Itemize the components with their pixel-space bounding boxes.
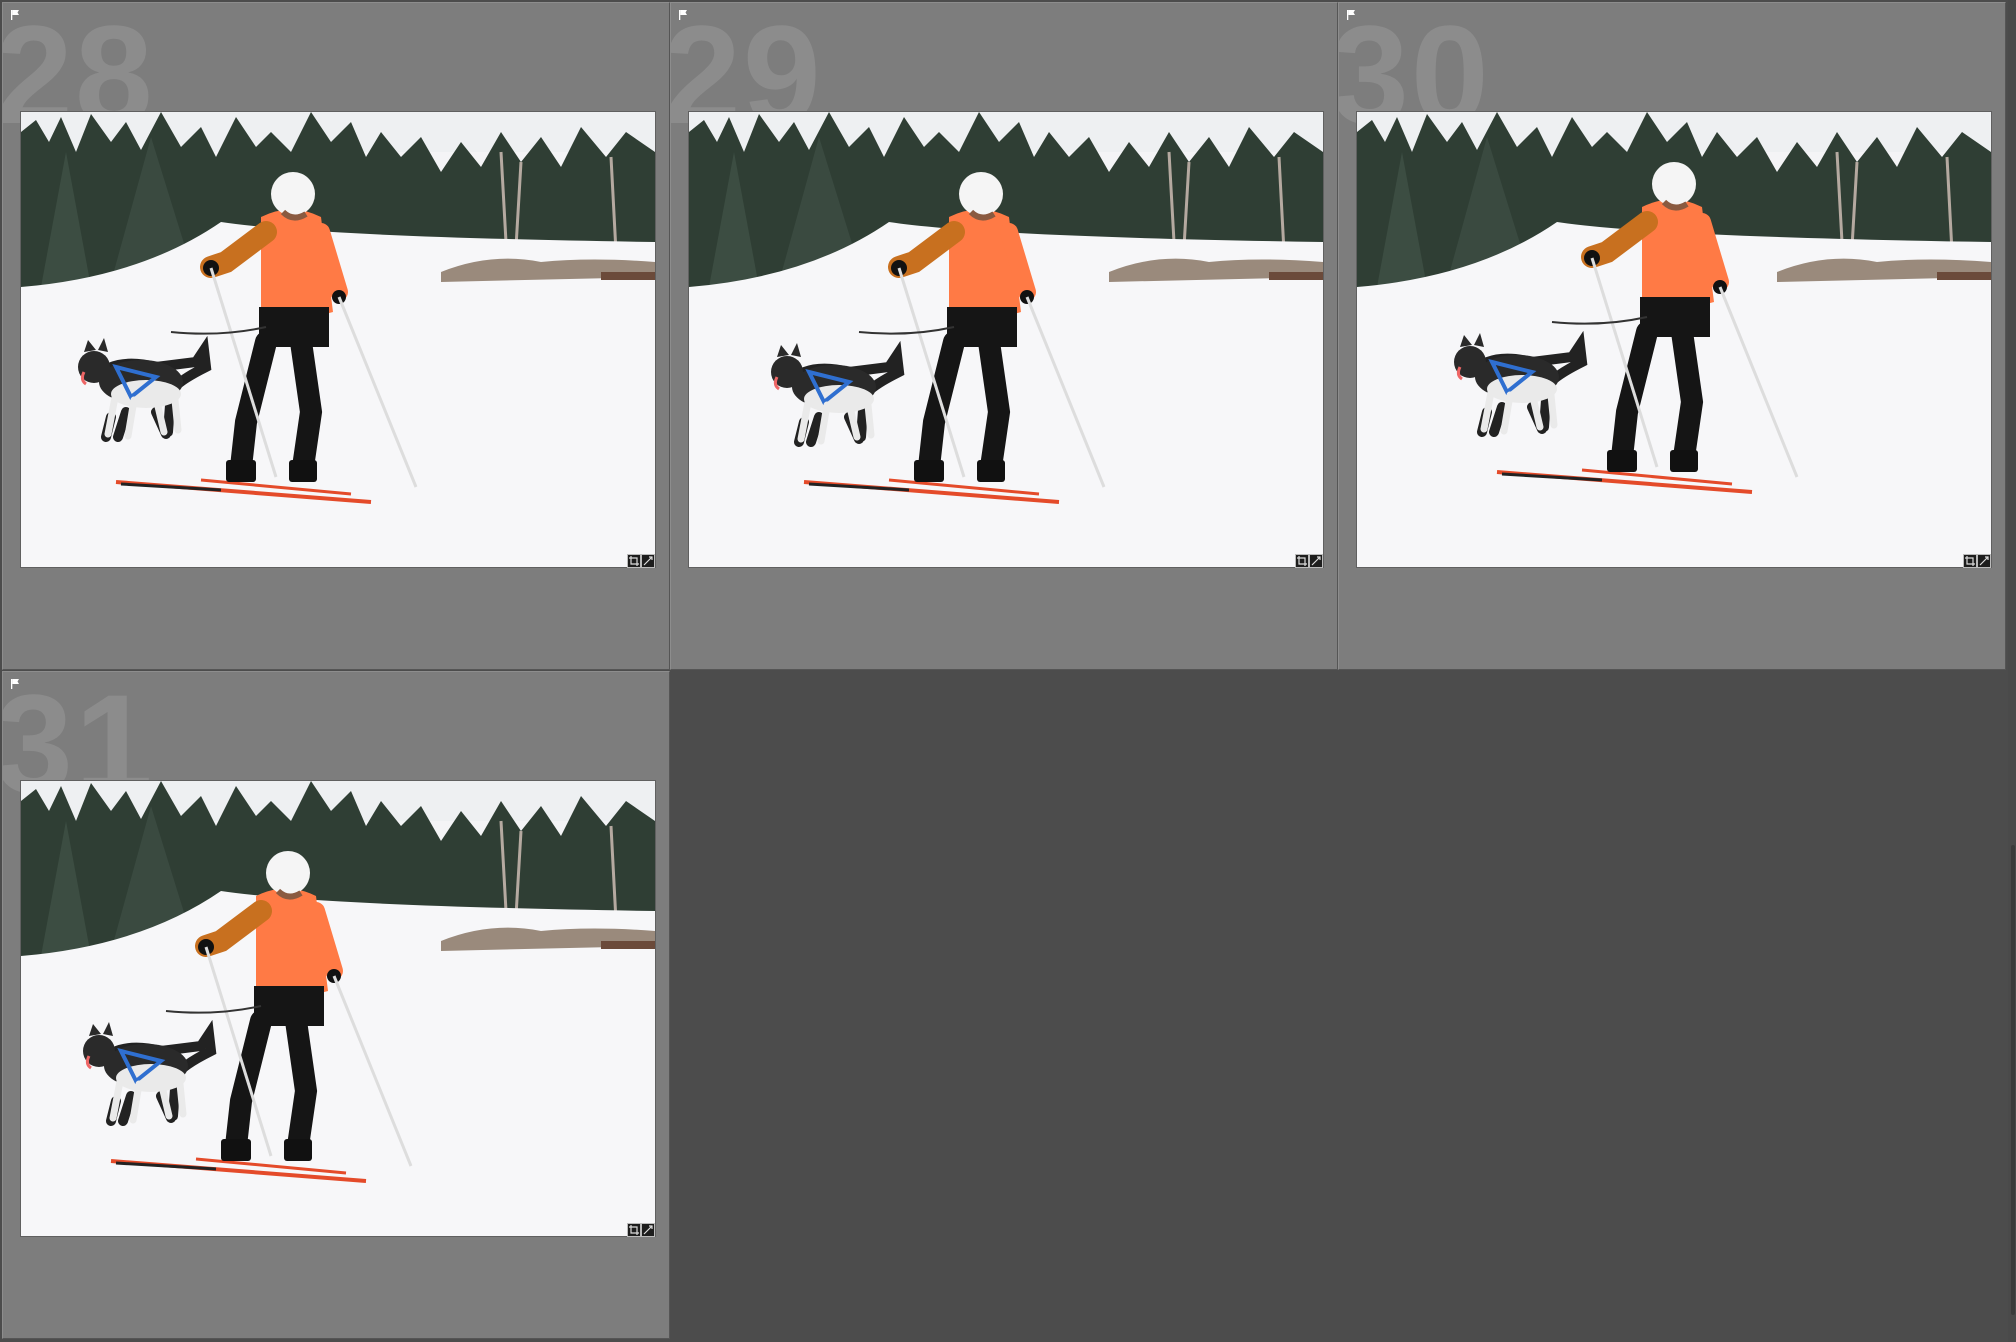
photo-thumbnail[interactable]: [1356, 111, 1992, 568]
thumbnail-badges: [627, 1223, 655, 1237]
grid-cell[interactable]: 31: [2, 671, 670, 1339]
thumbnail-badges: [627, 554, 655, 568]
skier-with-husky-image: [21, 781, 655, 1236]
crop-icon[interactable]: [1295, 554, 1309, 568]
scrollbar[interactable]: [2008, 0, 2016, 1342]
skier-with-husky-image: [689, 112, 1323, 567]
grid-view: 28 29 30 31: [0, 0, 2016, 1342]
edit-icon[interactable]: [1977, 554, 1991, 568]
grid-cell[interactable]: 29: [670, 2, 1338, 670]
photo-thumbnail[interactable]: [688, 111, 1324, 568]
flag-icon[interactable]: [10, 9, 21, 20]
scrollbar-thumb[interactable]: [2011, 845, 2015, 1315]
crop-icon[interactable]: [627, 554, 641, 568]
skier-with-husky-image: [1357, 112, 1991, 567]
photo-thumbnail[interactable]: [20, 111, 656, 568]
edit-icon[interactable]: [1309, 554, 1323, 568]
skier-with-husky-image: [21, 112, 655, 567]
thumbnail-badges: [1963, 554, 1991, 568]
flag-icon[interactable]: [1346, 9, 1357, 20]
thumbnail-badges: [1295, 554, 1323, 568]
crop-icon[interactable]: [1963, 554, 1977, 568]
edit-icon[interactable]: [641, 1223, 655, 1237]
crop-icon[interactable]: [627, 1223, 641, 1237]
photo-thumbnail[interactable]: [20, 780, 656, 1237]
flag-icon[interactable]: [678, 9, 689, 20]
edit-icon[interactable]: [641, 554, 655, 568]
grid-cell[interactable]: 28: [2, 2, 670, 670]
grid-cell[interactable]: 30: [1338, 2, 2006, 670]
flag-icon[interactable]: [10, 678, 21, 689]
